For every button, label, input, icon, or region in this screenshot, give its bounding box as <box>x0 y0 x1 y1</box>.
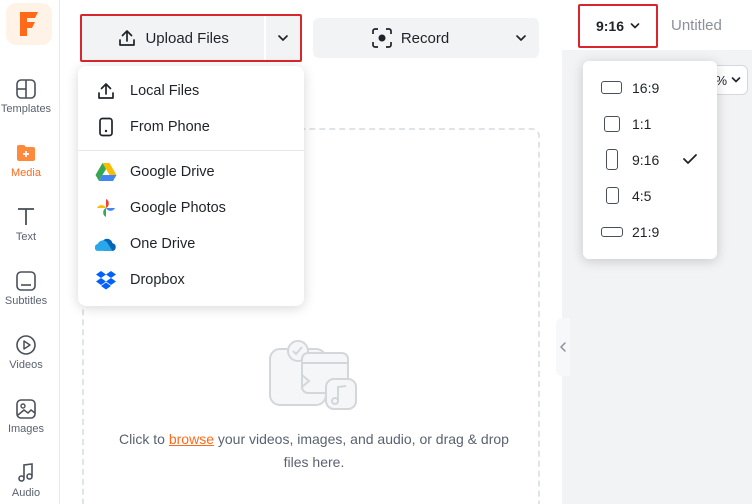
menu-item-label: From Phone <box>130 119 210 135</box>
menu-item-label: Local Files <box>130 83 200 99</box>
google-photos-icon <box>95 197 117 219</box>
dropbox-icon <box>95 269 117 291</box>
menu-item-local-files[interactable]: Local Files <box>78 75 304 107</box>
sidebar-item-subtitles[interactable]: Subtitles <box>0 270 52 307</box>
sidebar-item-label: Images <box>7 423 45 435</box>
onedrive-icon <box>95 233 117 255</box>
ratio-option-16-9[interactable]: 16:9 <box>583 72 717 104</box>
upload-files-label: Upload Files <box>145 29 229 47</box>
sidebar-item-label: Templates <box>0 103 52 115</box>
browse-link[interactable]: browse <box>169 431 214 447</box>
ratio-16-9-icon <box>601 81 622 94</box>
ratio-9-16-icon <box>606 149 618 170</box>
drop-text-after: your videos, images, and audio, or drag … <box>213 431 509 470</box>
image-icon <box>16 399 36 419</box>
ratio-option-4-5[interactable]: 4:5 <box>583 180 717 212</box>
ratio-label: 21:9 <box>632 224 660 240</box>
drop-zone-instructions: Click to browse your videos, images, and… <box>114 428 514 474</box>
upload-icon <box>95 80 117 102</box>
sidebar-item-audio[interactable]: Audio <box>0 462 52 499</box>
ratio-option-1-1[interactable]: 1:1 <box>583 108 717 140</box>
record-label: Record <box>400 29 450 47</box>
menu-item-label: Google Drive <box>130 164 215 180</box>
chevron-down-icon <box>278 35 289 41</box>
ratio-option-9-16[interactable]: 9:16 <box>583 144 717 176</box>
sidebar-item-text[interactable]: Text <box>0 206 52 243</box>
menu-item-label: One Drive <box>130 236 196 252</box>
ratio-label: 1:1 <box>632 116 652 132</box>
chevron-left-icon <box>560 342 566 352</box>
record-button[interactable]: Record <box>313 18 539 58</box>
sidebar-item-videos[interactable]: Videos <box>0 334 52 371</box>
zoom-value: % <box>715 72 727 88</box>
upload-source-menu: Local Files From Phone Google Drive Goog… <box>78 66 304 306</box>
aspect-ratio-menu: 16:9 1:1 9:16 4:5 21:9 <box>583 61 717 259</box>
sidebar-item-label: Subtitles <box>4 295 48 307</box>
ratio-1-1-icon <box>604 116 620 132</box>
sidebar-item-label: Videos <box>9 359 43 371</box>
sidebar-item-label: Media <box>11 167 41 179</box>
upload-dropdown-toggle[interactable] <box>266 16 300 60</box>
logo-icon <box>20 12 38 36</box>
menu-item-label: Google Photos <box>130 200 226 216</box>
text-icon <box>18 208 34 225</box>
drop-text-before: Click to <box>119 431 169 447</box>
app-logo[interactable] <box>6 3 52 45</box>
menu-item-google-drive[interactable]: Google Drive <box>78 156 304 188</box>
aspect-ratio-button[interactable]: 9:16 <box>578 4 658 48</box>
ratio-label: 16:9 <box>632 80 660 96</box>
sidebar-item-label: Text <box>15 231 37 243</box>
aspect-ratio-value: 9:16 <box>595 18 625 34</box>
chevron-down-icon <box>731 77 741 83</box>
subtitles-icon <box>16 271 36 291</box>
menu-item-one-drive[interactable]: One Drive <box>78 228 304 260</box>
sidebar-item-templates[interactable]: Templates <box>0 78 52 115</box>
sidebar-item-label: Audio <box>11 487 41 499</box>
media-folder-icon <box>17 145 35 161</box>
upload-files-button[interactable]: Upload Files <box>82 16 265 60</box>
menu-item-google-photos[interactable]: Google Photos <box>78 192 304 224</box>
google-drive-icon <box>95 161 117 183</box>
phone-icon <box>95 116 117 138</box>
sidebar-item-media[interactable]: Media <box>0 142 52 179</box>
ratio-21-9-icon <box>601 227 623 237</box>
menu-item-from-phone[interactable]: From Phone <box>78 111 304 143</box>
project-title[interactable]: Untitled <box>671 17 722 34</box>
menu-item-dropbox[interactable]: Dropbox <box>78 264 304 296</box>
record-icon <box>371 28 392 48</box>
media-illustration-icon <box>269 340 357 410</box>
checkmark-icon <box>683 154 697 164</box>
menu-item-label: Dropbox <box>130 272 185 288</box>
chevron-down-icon <box>630 23 640 29</box>
upload-files-split-button: Upload Files <box>80 14 302 62</box>
menu-divider <box>78 150 304 151</box>
left-sidebar: Templates Media Text Subtitles Videos Im… <box>0 0 60 504</box>
upload-icon <box>119 30 136 46</box>
ratio-4-5-icon <box>606 187 619 204</box>
ratio-label: 9:16 <box>632 152 660 168</box>
templates-icon <box>16 79 36 99</box>
ratio-option-21-9[interactable]: 21:9 <box>583 216 717 248</box>
collapse-panel-handle[interactable] <box>556 318 570 376</box>
sidebar-item-images[interactable]: Images <box>0 398 52 435</box>
ratio-label: 4:5 <box>632 188 652 204</box>
chevron-down-icon <box>516 35 526 41</box>
music-note-icon <box>18 463 33 482</box>
video-play-icon <box>16 335 36 355</box>
